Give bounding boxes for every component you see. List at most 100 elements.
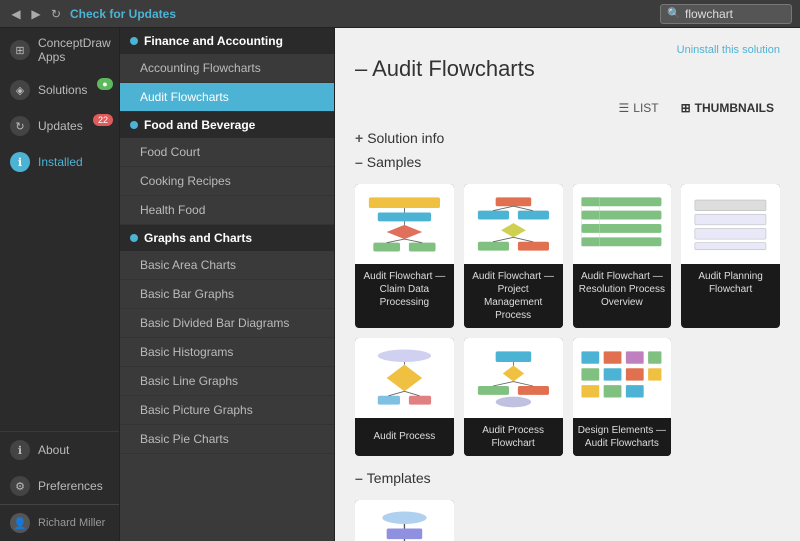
middle-item-bar-graphs[interactable]: Basic Bar Graphs	[120, 280, 334, 309]
middle-item-picture-graphs[interactable]: Basic Picture Graphs	[120, 396, 334, 425]
forward-button[interactable]: ▶	[28, 6, 44, 22]
category-finance[interactable]: Finance and Accounting	[120, 28, 334, 54]
sample-img-5	[355, 338, 454, 418]
middle-item-histograms[interactable]: Basic Histograms	[120, 338, 334, 367]
sample-label-1: Audit Flowchart — Claim Data Processing	[355, 264, 454, 315]
top-bar: ◀ ▶ ↻ Check for Updates 🔍	[0, 0, 800, 28]
templates-header[interactable]: – Templates	[335, 466, 800, 490]
middle-item-audit[interactable]: Audit Flowcharts	[120, 83, 334, 112]
apps-icon: ⊞	[10, 40, 30, 60]
samples-grid: Audit Flowchart — Claim Data Processing	[335, 174, 800, 466]
updates-badge: 22	[93, 114, 113, 126]
back-button[interactable]: ◀	[8, 6, 24, 22]
sidebar-label-installed: Installed	[38, 155, 83, 169]
category-food-label: Food and Beverage	[144, 118, 255, 132]
sample-img-4	[681, 184, 780, 264]
installed-icon: ℹ	[10, 152, 30, 172]
sample-img-3	[573, 184, 672, 264]
main-layout: ⊞ ConceptDraw Apps ◈ Solutions ● ↻ Updat…	[0, 28, 800, 541]
window-title: Check for Updates	[70, 7, 654, 21]
sidebar-label-updates: Updates	[38, 119, 83, 133]
sidebar-label-solutions: Solutions	[38, 83, 87, 97]
sample-card-3[interactable]: Audit Flowchart — Resolution Process Ove…	[573, 184, 672, 328]
category-graphs-label: Graphs and Charts	[144, 231, 252, 245]
sidebar-label-apps: ConceptDraw Apps	[38, 36, 111, 64]
samples-header[interactable]: – Samples	[335, 150, 800, 174]
search-icon: 🔍	[667, 7, 681, 20]
search-input[interactable]	[685, 7, 785, 21]
sidebar-item-apps[interactable]: ⊞ ConceptDraw Apps	[0, 28, 119, 72]
templates-label: Templates	[367, 470, 431, 486]
sidebar-item-solutions[interactable]: ◈ Solutions ●	[0, 72, 119, 108]
refresh-button[interactable]: ↻	[48, 6, 64, 22]
sample-img-2	[464, 184, 563, 264]
sample-card-1[interactable]: Audit Flowchart — Claim Data Processing	[355, 184, 454, 328]
middle-item-area-charts[interactable]: Basic Area Charts	[120, 251, 334, 280]
right-header: Uninstall this solution – Audit Flowchar…	[335, 28, 800, 98]
category-finance-label: Finance and Accounting	[144, 34, 283, 48]
sidebar: ⊞ ConceptDraw Apps ◈ Solutions ● ↻ Updat…	[0, 28, 120, 541]
middle-item-line-graphs[interactable]: Basic Line Graphs	[120, 367, 334, 396]
middle-item-health-food[interactable]: Health Food	[120, 196, 334, 225]
category-graphs[interactable]: Graphs and Charts	[120, 225, 334, 251]
middle-item-cooking[interactable]: Cooking Recipes	[120, 167, 334, 196]
sample-label-4: Audit Planning Flowchart	[681, 264, 780, 302]
sample-card-7[interactable]: Design Elements — Audit Flowcharts	[573, 338, 672, 456]
category-dot-graphs	[130, 234, 138, 242]
right-panel: Uninstall this solution – Audit Flowchar…	[335, 28, 800, 541]
sidebar-item-preferences[interactable]: ⚙ Preferences	[0, 468, 119, 504]
sidebar-item-user: 👤 Richard Miller	[0, 504, 119, 541]
category-dot-food	[130, 121, 138, 129]
list-label: LIST	[633, 101, 658, 115]
updates-icon: ↻	[10, 116, 30, 136]
preferences-icon: ⚙	[10, 476, 30, 496]
page-title: – Audit Flowcharts	[355, 56, 780, 82]
solutions-icon: ◈	[10, 80, 30, 100]
sidebar-item-about[interactable]: ℹ About	[0, 432, 119, 468]
list-icon: ☰	[619, 101, 630, 115]
thumbnails-icon: ⊞	[681, 101, 691, 115]
sample-label-6: Audit Process Flowchart	[464, 418, 563, 456]
templates-toggle: –	[355, 470, 363, 486]
view-toggle: ☰ LIST ⊞ THUMBNAILS	[335, 98, 800, 126]
solution-info-toggle: +	[355, 130, 363, 146]
solutions-badge: ●	[97, 78, 113, 90]
solution-info-label: Solution info	[367, 130, 444, 146]
user-name: Richard Miller	[38, 517, 105, 529]
sidebar-item-installed[interactable]: ℹ Installed	[0, 144, 119, 180]
middle-item-food-court[interactable]: Food Court	[120, 138, 334, 167]
sample-card-2[interactable]: Audit Flowchart — Project Management Pro…	[464, 184, 563, 328]
sample-card-5[interactable]: Audit Process	[355, 338, 454, 456]
templates-grid: Audit Flowchart	[335, 490, 800, 541]
sample-label-7: Design Elements — Audit Flowcharts	[573, 418, 672, 456]
list-view-button[interactable]: ☰ LIST	[613, 98, 665, 118]
middle-item-divided-bar[interactable]: Basic Divided Bar Diagrams	[120, 309, 334, 338]
sample-label-5: Audit Process	[355, 418, 454, 454]
category-dot	[130, 37, 138, 45]
search-box[interactable]: 🔍	[660, 4, 792, 24]
sample-img-7	[573, 338, 672, 418]
sidebar-item-updates[interactable]: ↻ Updates 22	[0, 108, 119, 144]
sample-card-6[interactable]: Audit Process Flowchart	[464, 338, 563, 456]
sample-img-6	[464, 338, 563, 418]
uninstall-link[interactable]: Uninstall this solution	[355, 44, 780, 56]
sample-card-4[interactable]: Audit Planning Flowchart	[681, 184, 780, 328]
solution-info-header[interactable]: + Solution info	[335, 126, 800, 150]
sidebar-label-about: About	[38, 443, 69, 457]
thumbnails-label: THUMBNAILS	[695, 101, 774, 115]
thumbnails-view-button[interactable]: ⊞ THUMBNAILS	[675, 98, 780, 118]
category-food[interactable]: Food and Beverage	[120, 112, 334, 138]
middle-panel: Finance and Accounting Accounting Flowch…	[120, 28, 335, 541]
sample-img-1	[355, 184, 454, 264]
middle-item-pie-charts[interactable]: Basic Pie Charts	[120, 425, 334, 454]
sidebar-label-preferences: Preferences	[38, 479, 103, 493]
template-card-1[interactable]: Audit Flowchart	[355, 500, 454, 541]
sample-label-3: Audit Flowchart — Resolution Process Ove…	[573, 264, 672, 315]
templates-section: – Templates	[335, 466, 800, 541]
template-img-1	[355, 500, 454, 541]
user-icon: 👤	[10, 513, 30, 533]
samples-label: Samples	[367, 154, 421, 170]
middle-item-accounting[interactable]: Accounting Flowcharts	[120, 54, 334, 83]
about-icon: ℹ	[10, 440, 30, 460]
samples-toggle: –	[355, 154, 363, 170]
